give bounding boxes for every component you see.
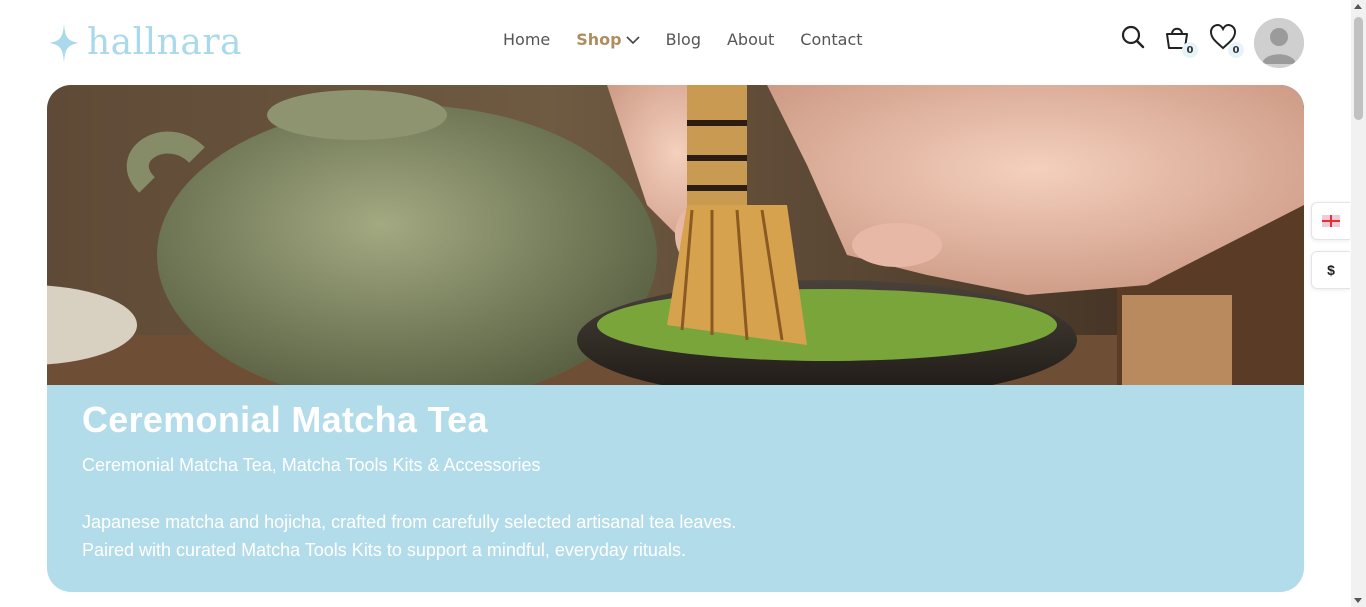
brand-logo[interactable]: hallnara xyxy=(47,20,242,66)
language-switcher[interactable] xyxy=(1311,202,1350,240)
nav-item-shop-label: Shop xyxy=(576,30,622,49)
nav-item-blog[interactable]: Blog xyxy=(666,30,701,49)
currency-switcher[interactable]: $ xyxy=(1311,251,1350,289)
scroll-up-arrow-icon[interactable] xyxy=(1354,4,1362,9)
hero-description-line-2: Paired with curated Matcha Tools Kits to… xyxy=(82,540,686,560)
nav-item-contact[interactable]: Contact xyxy=(800,30,862,49)
hero-description: Japanese matcha and hojicha, crafted fro… xyxy=(82,508,1262,564)
hero-title: Ceremonial Matcha Tea xyxy=(82,399,488,440)
chevron-down-icon xyxy=(626,35,640,45)
header-actions: 0 0 xyxy=(1118,22,1244,58)
wishlist-count-badge: 0 xyxy=(1228,42,1244,58)
sparkle-logo-icon xyxy=(49,23,79,63)
nav-item-shop[interactable]: Shop xyxy=(576,30,640,49)
matcha-whisk-photo xyxy=(47,85,1304,385)
main-nav: Home Shop Blog About Contact xyxy=(503,30,889,49)
user-avatar[interactable] xyxy=(1254,18,1304,68)
scroll-down-arrow-icon[interactable] xyxy=(1354,598,1362,603)
currency-symbol: $ xyxy=(1327,262,1335,278)
hero-description-line-1: Japanese matcha and hojicha, crafted fro… xyxy=(82,512,737,532)
nav-item-about[interactable]: About xyxy=(727,30,774,49)
cart-count-badge: 0 xyxy=(1182,42,1198,58)
hero-text: Ceremonial Matcha Tea Ceremonial Matcha … xyxy=(82,399,1262,564)
user-avatar-icon xyxy=(1254,18,1304,68)
search-button[interactable] xyxy=(1118,22,1148,52)
brand-name: hallnara xyxy=(87,22,242,63)
page-scrollbar[interactable] xyxy=(1351,0,1366,607)
hero-banner: Ceremonial Matcha Tea Ceremonial Matcha … xyxy=(47,85,1304,592)
nav-item-home[interactable]: Home xyxy=(503,30,550,49)
scroll-thumb[interactable] xyxy=(1354,17,1363,120)
cart-button[interactable]: 0 xyxy=(1162,22,1198,58)
uk-flag-icon xyxy=(1322,215,1340,227)
search-icon xyxy=(1121,25,1145,49)
wishlist-button[interactable]: 0 xyxy=(1208,22,1244,58)
hero-subtitle: Ceremonial Matcha Tea, Matcha Tools Kits… xyxy=(82,455,541,475)
